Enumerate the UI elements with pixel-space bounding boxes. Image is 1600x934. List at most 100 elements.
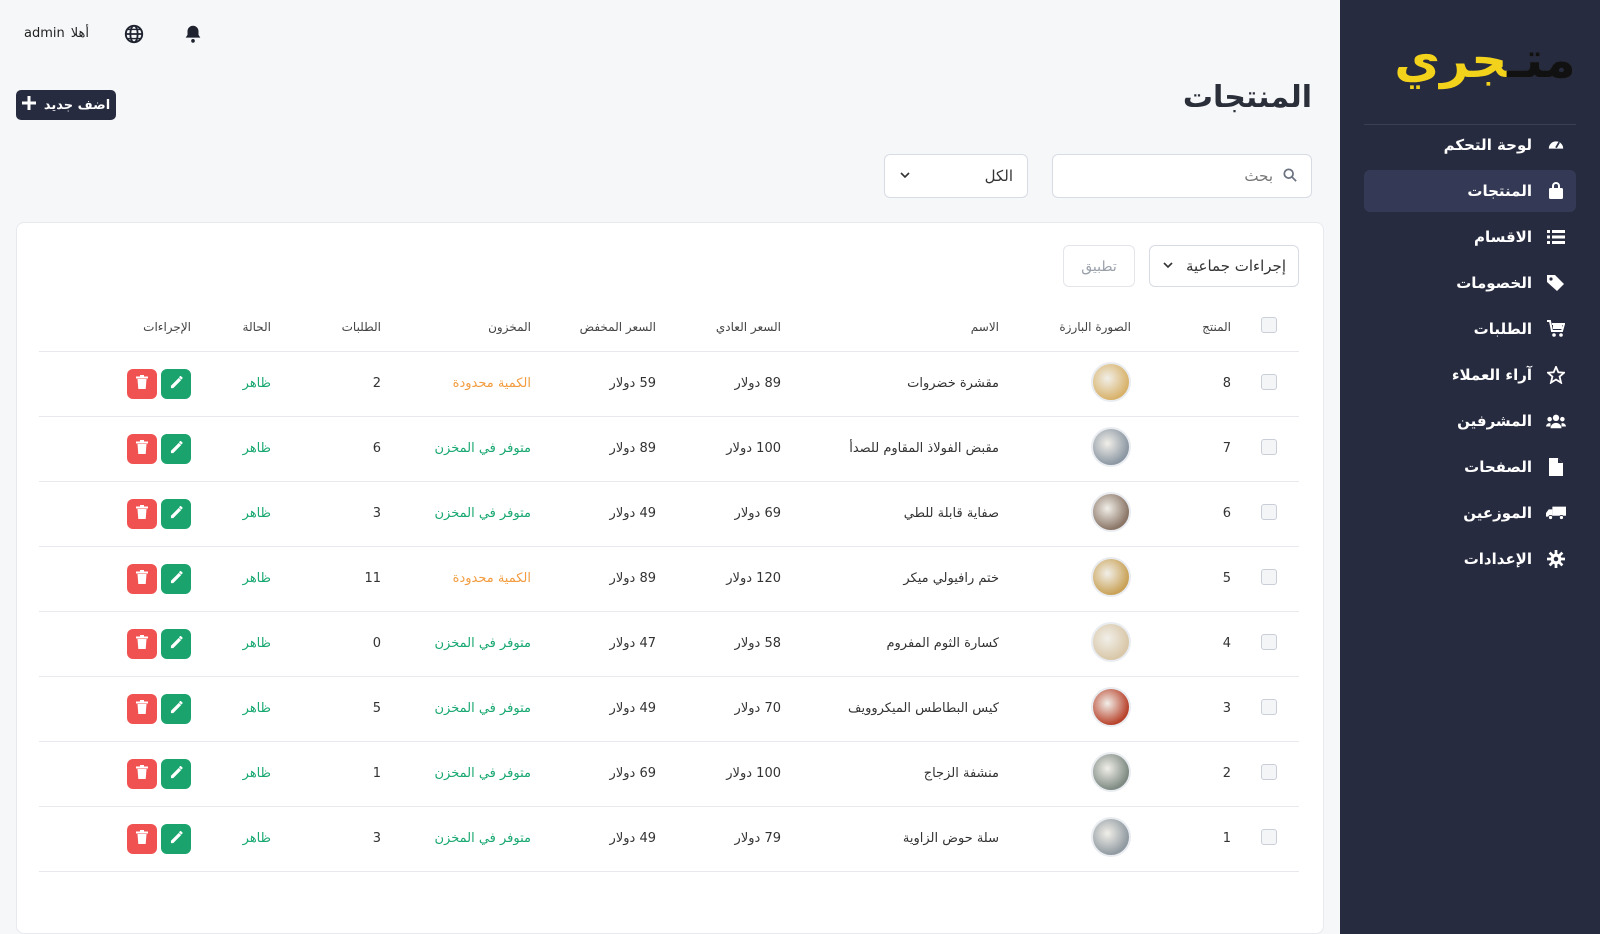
edit-button[interactable] bbox=[161, 758, 191, 789]
row-checkbox[interactable] bbox=[1261, 438, 1277, 455]
sale-price: 49 دولار bbox=[539, 806, 664, 872]
product-thumbnail bbox=[1091, 686, 1131, 727]
product-id: 1 bbox=[1139, 806, 1239, 872]
bulk-actions-select[interactable]: إجراءات جماعية bbox=[1149, 245, 1299, 287]
products-card: إجراءات جماعية تطبيق المنتج الصورة البار… bbox=[16, 222, 1324, 934]
col-name: الاسم bbox=[789, 303, 1049, 352]
row-checkbox[interactable] bbox=[1261, 698, 1277, 715]
sidebar: متـجري لوحة التحكم المنتجات الاقسام الخصوما… bbox=[1340, 0, 1600, 934]
search-input[interactable] bbox=[1073, 167, 1273, 185]
edit-button[interactable] bbox=[161, 628, 191, 659]
sidebar-item-3[interactable]: الخصومات bbox=[1364, 262, 1576, 304]
list-icon bbox=[1546, 227, 1566, 247]
users-icon bbox=[1546, 411, 1566, 431]
chevron-down-icon bbox=[899, 167, 911, 185]
sale-price: 69 دولار bbox=[539, 741, 664, 807]
orders-count: 2 bbox=[279, 351, 389, 417]
regular-price: 69 دولار bbox=[664, 481, 789, 547]
col-regular-price: السعر العادي bbox=[664, 303, 789, 352]
sidebar-item-label: الإعدادات bbox=[1463, 550, 1532, 568]
delete-button[interactable] bbox=[127, 368, 157, 399]
sidebar-item-8[interactable]: الموزعين bbox=[1364, 492, 1576, 534]
table-row: 2 منشفة الزجاج 100 دولار 69 دولار متوفر في ا… bbox=[39, 741, 1299, 807]
edit-button[interactable] bbox=[161, 368, 191, 399]
delete-button[interactable] bbox=[127, 563, 157, 594]
row-checkbox[interactable] bbox=[1261, 633, 1277, 650]
add-new-button[interactable]: اضف جديد bbox=[16, 90, 116, 120]
product-name[interactable]: مقبض الفولاذ المقاوم للصدأ bbox=[789, 416, 1049, 482]
product-name[interactable]: ختم رافيولي ميكر bbox=[789, 546, 1049, 612]
delete-button[interactable] bbox=[127, 758, 157, 789]
trash-icon bbox=[136, 375, 148, 392]
edit-button[interactable] bbox=[161, 823, 191, 854]
filter-value: الكل bbox=[984, 167, 1013, 185]
orders-count: 3 bbox=[279, 806, 389, 872]
product-name[interactable]: صفاية قابلة للطي bbox=[789, 481, 1049, 547]
table-row: 8 مقشرة خضروات 89 دولار 59 دولار الكمية محدو… bbox=[39, 351, 1299, 417]
globe-icon[interactable] bbox=[123, 23, 145, 45]
product-name[interactable]: كسارة الثوم المفروم bbox=[789, 611, 1049, 677]
row-checkbox[interactable] bbox=[1261, 373, 1277, 390]
row-checkbox[interactable] bbox=[1261, 503, 1277, 520]
delete-button[interactable] bbox=[127, 433, 157, 464]
sidebar-item-6[interactable]: المشرفين bbox=[1364, 400, 1576, 442]
sidebar-item-4[interactable]: الطلبات bbox=[1364, 308, 1576, 350]
pencil-icon bbox=[170, 570, 183, 587]
product-name[interactable]: سلة حوض الزاوية bbox=[789, 806, 1049, 872]
delete-button[interactable] bbox=[127, 628, 157, 659]
product-id: 6 bbox=[1139, 481, 1239, 547]
product-name[interactable]: منشفة الزجاج bbox=[789, 741, 1049, 807]
product-thumbnail bbox=[1091, 361, 1131, 402]
product-name[interactable]: كيس البطاطس الميكروويف bbox=[789, 676, 1049, 742]
brand-logo[interactable]: متـجري bbox=[1386, 22, 1584, 98]
product-id: 5 bbox=[1139, 546, 1239, 612]
edit-button[interactable] bbox=[161, 563, 191, 594]
sidebar-item-label: الطلبات bbox=[1473, 320, 1532, 338]
regular-price: 79 دولار bbox=[664, 806, 789, 872]
edit-button[interactable] bbox=[161, 433, 191, 464]
product-name[interactable]: مقشرة خضروات bbox=[789, 351, 1049, 417]
row-checkbox[interactable] bbox=[1261, 828, 1277, 845]
file-icon bbox=[1546, 457, 1566, 477]
visibility-status: ظاهر bbox=[199, 676, 279, 742]
user-greeting[interactable]: أهلا admin bbox=[24, 26, 89, 41]
sidebar-item-1[interactable]: المنتجات bbox=[1364, 170, 1576, 212]
col-image: الصورة البارزة bbox=[1049, 303, 1139, 352]
table-row: 5 ختم رافيولي ميكر 120 دولار 89 دولار الكمية… bbox=[39, 546, 1299, 612]
product-id: 8 bbox=[1139, 351, 1239, 417]
delete-button[interactable] bbox=[127, 498, 157, 529]
products-table: المنتج الصورة البارزة الاسم السعر العادي… bbox=[39, 303, 1299, 872]
col-actions: الإجراءات bbox=[39, 303, 199, 352]
row-actions bbox=[47, 563, 191, 594]
product-thumbnail bbox=[1091, 426, 1131, 467]
sale-price: 89 دولار bbox=[539, 546, 664, 612]
apply-button[interactable]: تطبيق bbox=[1063, 245, 1135, 287]
delete-button[interactable] bbox=[127, 823, 157, 854]
sidebar-item-label: آراء العملاء bbox=[1451, 366, 1532, 384]
shopping-bag-icon bbox=[1546, 181, 1566, 201]
sidebar-item-2[interactable]: الاقسام bbox=[1364, 216, 1576, 258]
sidebar-item-7[interactable]: الصفحات bbox=[1364, 446, 1576, 488]
edit-button[interactable] bbox=[161, 693, 191, 724]
visibility-status: ظاهر bbox=[199, 806, 279, 872]
product-thumbnail bbox=[1091, 621, 1131, 662]
col-orders: الطلبات bbox=[279, 303, 389, 352]
sidebar-item-5[interactable]: آراء العملاء bbox=[1364, 354, 1576, 396]
regular-price: 120 دولار bbox=[664, 546, 789, 612]
row-checkbox[interactable] bbox=[1261, 763, 1277, 780]
row-checkbox[interactable] bbox=[1261, 568, 1277, 585]
filter-select[interactable]: الكل bbox=[884, 154, 1028, 198]
sidebar-item-0[interactable]: لوحة التحكم bbox=[1364, 124, 1576, 166]
sidebar-item-label: الصفحات bbox=[1464, 458, 1532, 476]
search-box[interactable] bbox=[1052, 154, 1312, 198]
select-all-checkbox[interactable] bbox=[1261, 317, 1277, 334]
product-id: 3 bbox=[1139, 676, 1239, 742]
sidebar-item-label: الخصومات bbox=[1456, 274, 1532, 292]
sidebar-item-9[interactable]: الإعدادات bbox=[1364, 538, 1576, 580]
edit-button[interactable] bbox=[161, 498, 191, 529]
delete-button[interactable] bbox=[127, 693, 157, 724]
pencil-icon bbox=[170, 830, 183, 847]
bell-icon[interactable] bbox=[182, 23, 204, 45]
sale-price: 59 دولار bbox=[539, 351, 664, 417]
sale-price: 89 دولار bbox=[539, 416, 664, 482]
